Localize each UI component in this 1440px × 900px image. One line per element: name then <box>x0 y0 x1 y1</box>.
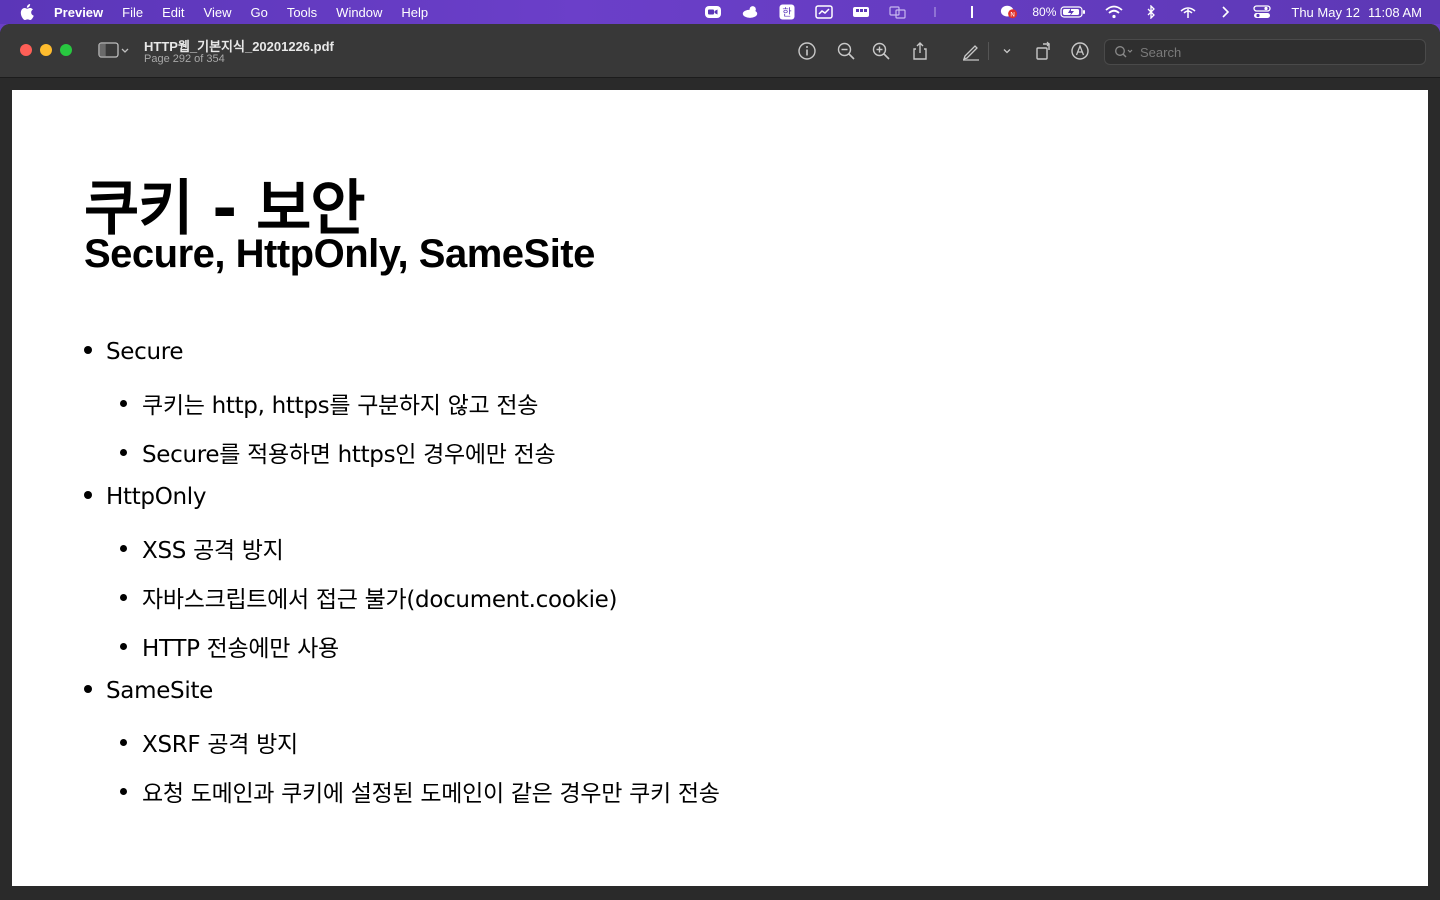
sub-bullet-item: 요청 도메인과 쿠키에 설정된 도메인이 같은 경우만 쿠키 전송 <box>120 774 720 808</box>
slide-subtitle: Secure, HttpOnly, SameSite <box>84 232 595 276</box>
status-area: 한 N 80% Thu May 12 11:08 AM <box>685 0 1422 24</box>
highlight-pen-icon[interactable] <box>960 40 982 62</box>
display-icon[interactable] <box>852 5 870 19</box>
bullet-dot <box>84 684 92 693</box>
toolbar-divider <box>988 42 989 60</box>
battery-icon[interactable] <box>1060 5 1086 19</box>
sub-bullet-text: Secure를 적용하면 https인 경우에만 전송 <box>142 442 556 468</box>
menu-window[interactable]: Window <box>336 5 382 20</box>
sidebar-toggle-button[interactable] <box>98 41 132 59</box>
clock-time: 11:08 AM <box>1368 4 1422 20</box>
airport-icon[interactable] <box>1179 5 1197 19</box>
menu-tools[interactable]: Tools <box>287 5 317 20</box>
translate-icon[interactable] <box>889 5 907 19</box>
menu-file[interactable]: File <box>122 5 143 20</box>
bullet-dot <box>120 594 127 601</box>
bullet-dot <box>120 788 127 795</box>
info-icon[interactable] <box>796 40 818 62</box>
sub-bullet-item: HTTP 전송에만 사용 <box>120 629 339 663</box>
bullet-dot <box>120 739 127 746</box>
bullet-dot <box>120 643 127 650</box>
screen-share-icon[interactable] <box>815 5 834 19</box>
clock-date: Thu May 12 <box>1291 4 1361 20</box>
bullet-dot <box>120 449 127 456</box>
window-toolbar: HTTP웹_기본지식_20201226.pdf Page 292 of 354 <box>0 24 1440 78</box>
close-window-button[interactable] <box>20 44 32 56</box>
bullet-item: Secure <box>84 339 184 365</box>
menu-edit[interactable]: Edit <box>162 5 184 20</box>
bullet-text: HttpOnly <box>106 484 207 510</box>
battery-percent: 80% <box>1032 5 1057 19</box>
bullet-dot <box>120 400 127 407</box>
sub-bullet-text: XSS 공격 방지 <box>142 538 284 564</box>
sub-bullet-text: 쿠키는 http, https를 구분하지 않고 전송 <box>142 393 539 419</box>
menu-help[interactable]: Help <box>401 5 428 20</box>
zoom-app-icon[interactable] <box>704 5 722 19</box>
menu-go[interactable]: Go <box>250 5 267 20</box>
sub-bullet-text: 자바스크립트에서 접근 불가(document.cookie) <box>142 587 618 613</box>
sub-bullet-text: HTTP 전송에만 사용 <box>142 636 339 662</box>
menu-view[interactable]: View <box>204 5 232 20</box>
messenger-badge-icon[interactable]: N <box>1000 5 1018 19</box>
bullet-item: SameSite <box>84 678 213 704</box>
bullet-item: HttpOnly <box>84 484 207 510</box>
markup-icon[interactable] <box>1069 40 1091 62</box>
cloud-app-icon[interactable] <box>741 5 759 19</box>
minimize-window-button[interactable] <box>40 44 52 56</box>
menu-app-preview[interactable]: Preview <box>54 5 103 20</box>
bullet-dot <box>84 490 92 499</box>
sub-bullet-item: XSS 공격 방지 <box>120 531 284 565</box>
highlight-options-chevron-icon[interactable] <box>996 40 1018 62</box>
control-center-icon[interactable] <box>1253 5 1272 19</box>
preview-window: HTTP웹_기본지식_20201226.pdf Page 292 of 354 <box>0 24 1440 900</box>
menu-bar: Preview File Edit View Go Tools Window H… <box>0 0 1440 24</box>
search-input[interactable] <box>1140 44 1420 60</box>
korean-input-icon[interactable]: 한 <box>778 4 796 20</box>
sidebar-icon <box>98 42 129 58</box>
zoom-out-icon[interactable] <box>835 40 857 62</box>
bullet-dot <box>120 545 127 552</box>
apple-menu-icon[interactable] <box>20 4 34 20</box>
svg-text:N: N <box>1011 12 1016 19</box>
search-field[interactable] <box>1104 39 1426 65</box>
search-icon <box>1114 44 1134 60</box>
pdf-page: 쿠키 - 보안 Secure, HttpOnly, SameSite Secur… <box>12 90 1428 886</box>
sub-bullet-item: 자바스크립트에서 접근 불가(document.cookie) <box>120 580 618 614</box>
sub-bullet-text: 요청 도메인과 쿠키에 설정된 도메인이 같은 경우만 쿠키 전송 <box>142 781 720 807</box>
cursor-indicator-icon <box>963 5 981 19</box>
bullet-dot <box>84 345 92 354</box>
sub-bullet-item: Secure를 적용하면 https인 경우에만 전송 <box>120 435 556 469</box>
page-indicator: Page 292 of 354 <box>144 53 225 65</box>
sub-bullet-item: 쿠키는 http, https를 구분하지 않고 전송 <box>120 386 538 420</box>
sub-bullet-item: XSRF 공격 방지 <box>120 725 298 759</box>
separator-icon <box>926 5 944 19</box>
bullet-text: SameSite <box>106 678 214 704</box>
fullscreen-window-button[interactable] <box>60 44 72 56</box>
menu-clock[interactable]: Thu May 12 11:08 AM <box>1291 5 1422 20</box>
zoom-in-icon[interactable] <box>870 40 892 62</box>
share-icon[interactable] <box>909 40 931 62</box>
bullet-text: Secure <box>106 339 184 365</box>
wifi-icon[interactable] <box>1105 5 1123 19</box>
rotate-icon[interactable] <box>1033 40 1055 62</box>
svg-text:한: 한 <box>783 7 792 19</box>
bluetooth-icon[interactable] <box>1142 5 1160 19</box>
sub-bullet-text: XSRF 공격 방지 <box>142 732 298 758</box>
chevron-right-icon[interactable] <box>1216 5 1234 19</box>
